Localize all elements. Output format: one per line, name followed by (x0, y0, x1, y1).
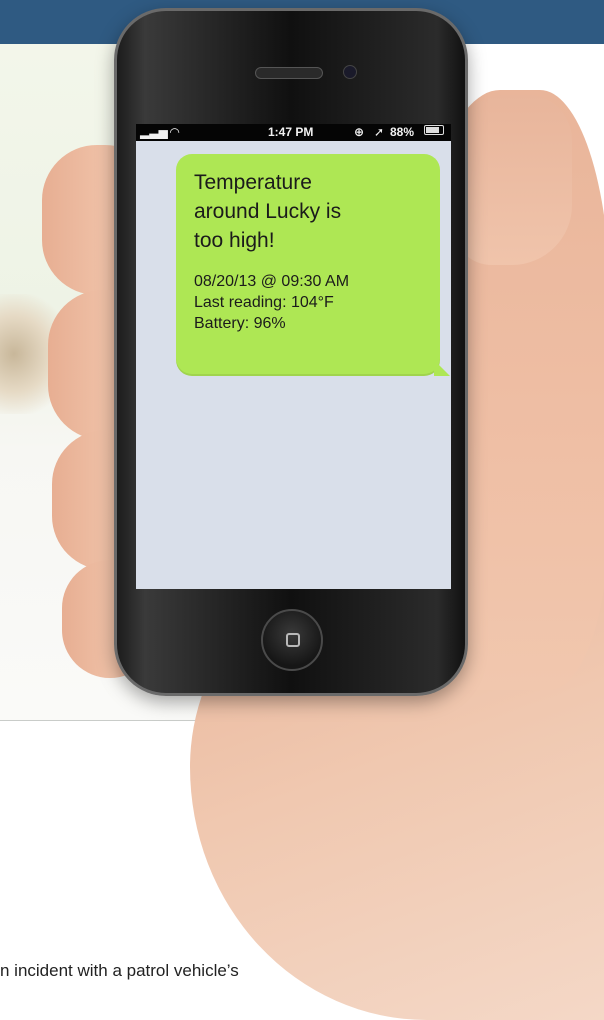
hand-thumb (452, 95, 572, 265)
home-button[interactable] (261, 609, 323, 671)
location-arrow-icon: ➚ (374, 125, 385, 139)
message-battery: Battery: 96% (194, 315, 286, 332)
rotation-lock-icon: ⊕ (354, 125, 365, 139)
status-bar: ▂▃▅ ◠ 1:47 PM ⊕ ➚ 88% (136, 124, 451, 141)
body-text-fragment: n incident with a patrol vehicle’s (0, 961, 239, 980)
home-square-icon (286, 633, 300, 647)
message-title: Temperature around Lucky is too high! (194, 171, 342, 252)
phone-screen: ▂▃▅ ◠ 1:47 PM ⊕ ➚ 88% Temperature around… (136, 124, 451, 589)
message-reading: Last reading: 104°F (194, 294, 334, 311)
message-bubble[interactable]: Temperature around Lucky is too high! 08… (176, 154, 450, 376)
battery-percentage: 88% (390, 125, 415, 139)
status-time: 1:47 PM (268, 125, 314, 139)
earpiece-speaker (255, 67, 323, 79)
battery-icon (424, 125, 444, 135)
front-camera-icon (343, 65, 357, 79)
wifi-icon: ◠ (170, 125, 180, 139)
message-timestamp: 08/20/13 @ 09:30 AM (194, 273, 350, 290)
smartphone: ▂▃▅ ◠ 1:47 PM ⊕ ➚ 88% Temperature around… (114, 8, 468, 696)
signal-bars-icon: ▂▃▅ (140, 125, 168, 139)
